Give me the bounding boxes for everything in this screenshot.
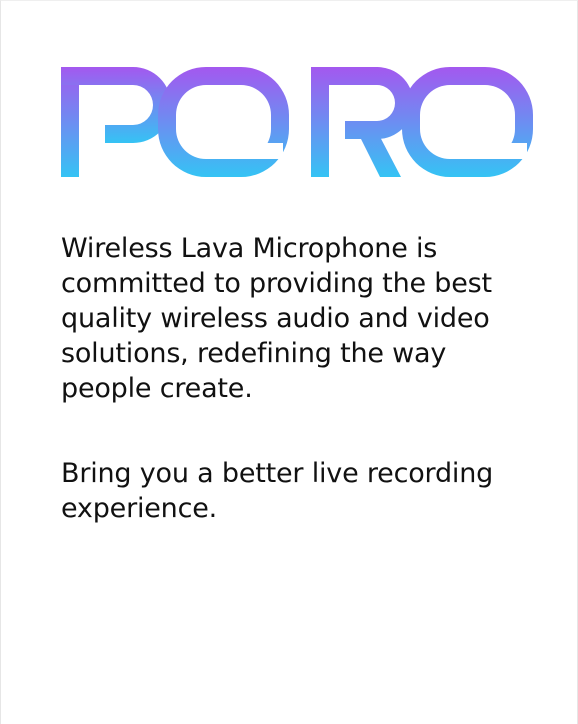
tagline-paragraph: Bring you a better live recording experi… <box>61 458 494 524</box>
intro-paragraph: Wireless Lava Microphone is committed to… <box>61 233 492 404</box>
porop-logo-graphic <box>61 67 533 177</box>
brand-logo <box>61 67 536 177</box>
product-description-panel: Wireless Lava Microphone is committed to… <box>0 0 578 724</box>
